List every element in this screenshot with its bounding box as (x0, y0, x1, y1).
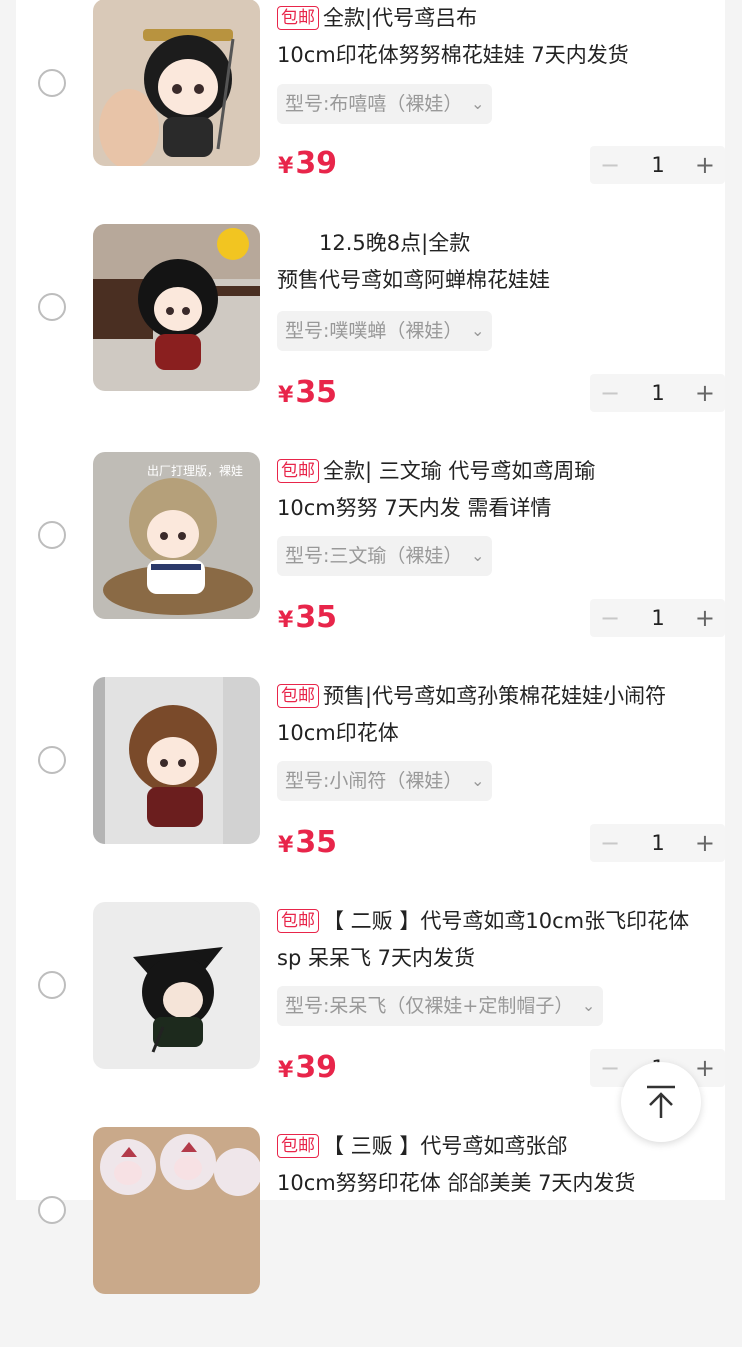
cart-list: 包邮 全款|代号鸢吕布 10cm印花体努努棉花娃娃 7天内发货 型号:布嘻嘻（裸娃… (16, 0, 725, 1294)
decrease-button[interactable]: − (600, 146, 620, 184)
increase-button[interactable]: + (695, 824, 715, 862)
currency-symbol: ¥ (278, 383, 294, 408)
doll-image (93, 1127, 260, 1294)
free-shipping-tag: 包邮 (277, 684, 319, 708)
select-radio[interactable] (38, 293, 66, 321)
title-line-1: 全款|代号鸢吕布 (323, 6, 478, 30)
variant-selector[interactable]: 型号:小闹符（裸娃） ⌄ (277, 761, 493, 801)
product-thumbnail[interactable] (93, 902, 260, 1069)
price-value: 39 (295, 1050, 338, 1085)
price-value: 39 (295, 146, 338, 181)
variant-label: 型号:布嘻嘻（裸娃） (285, 93, 463, 115)
price: ¥35 (278, 375, 337, 410)
product-thumbnail[interactable] (93, 1127, 260, 1294)
chevron-down-icon: ⌄ (471, 771, 485, 790)
quantity-value[interactable]: 1 (642, 599, 674, 637)
select-radio[interactable] (38, 1196, 66, 1224)
quantity-value[interactable]: 1 (642, 824, 674, 862)
variant-selector[interactable]: 型号:三文瑜（裸娃） ⌄ (277, 536, 493, 576)
increase-button[interactable]: + (695, 599, 715, 637)
cart-item: 包邮 预售|代号鸢如鸢孙策棉花娃娃小闹符 10cm印花体 型号:小闹符（裸娃） ⌄… (16, 672, 725, 897)
variant-label: 型号:小闹符（裸娃） (285, 770, 463, 792)
title-line-1: 12.5晚8点|全款 (277, 231, 471, 255)
title-line-1: 全款| 三文瑜 代号鸢如鸢周瑜 (323, 459, 596, 483)
doll-image (93, 0, 260, 166)
variant-label: 型号:噗噗蝉（裸娃） (285, 320, 463, 342)
price-value: 35 (295, 825, 338, 860)
back-to-top-button[interactable] (621, 1062, 701, 1142)
cart-item: 包邮【 三贩 】代号鸢如鸢张郃 10cm努努印花体 郃郃美美 7天内发货 (16, 1122, 725, 1347)
free-shipping-tag: 包邮 (277, 1134, 319, 1158)
quantity-stepper: − 1 + (590, 824, 725, 862)
quantity-value[interactable]: 1 (642, 374, 674, 412)
title-line-1: 【 二贩 】代号鸢如鸢10cm张飞印花体 (323, 909, 690, 933)
title-line-2: 10cm努努印花体 郃郃美美 7天内发货 (277, 1171, 636, 1195)
product-thumbnail[interactable] (93, 0, 260, 166)
arrow-up-to-line-icon (647, 1085, 675, 1118)
variant-selector[interactable]: 型号:噗噗蝉（裸娃） ⌄ (277, 311, 493, 351)
variant-label: 型号:呆呆飞（仅裸娃+定制帽子） (285, 995, 574, 1017)
currency-symbol: ¥ (278, 1058, 294, 1083)
chevron-down-icon: ⌄ (581, 996, 596, 1015)
doll-image (93, 224, 260, 391)
free-shipping-tag: 包邮 (277, 909, 319, 933)
cart-item: 12.5晚8点|全款 预售代号鸢如鸢阿蝉棉花娃娃 型号:噗噗蝉（裸娃） ⌄ ¥3… (16, 219, 725, 444)
increase-button[interactable]: + (695, 374, 715, 412)
product-thumbnail[interactable]: 出厂打理版，裸娃 (93, 452, 260, 619)
product-title[interactable]: 包邮 全款| 三文瑜 代号鸢如鸢周瑜 10cm努努 7天内发 需看详情 (277, 453, 725, 527)
product-title[interactable]: 包邮 预售|代号鸢如鸢孙策棉花娃娃小闹符 10cm印花体 (277, 678, 725, 752)
price: ¥35 (278, 825, 337, 860)
select-radio[interactable] (38, 521, 66, 549)
chevron-down-icon: ⌄ (471, 321, 485, 340)
title-line-1: 预售|代号鸢如鸢孙策棉花娃娃小闹符 (323, 684, 667, 708)
title-line-2: 10cm印花体 (277, 721, 399, 745)
price: ¥39 (278, 1050, 337, 1085)
cart-item: 包邮【 二贩 】代号鸢如鸢10cm张飞印花体 sp 呆呆飞 7天内发货 型号:呆… (16, 897, 725, 1122)
variant-selector[interactable]: 型号:呆呆飞（仅裸娃+定制帽子） ⌄ (277, 986, 604, 1026)
variant-label: 型号:三文瑜（裸娃） (285, 545, 463, 567)
product-title[interactable]: 包邮【 二贩 】代号鸢如鸢10cm张飞印花体 sp 呆呆飞 7天内发货 (277, 903, 725, 977)
decrease-button[interactable]: − (600, 1049, 620, 1087)
product-thumbnail[interactable] (93, 224, 260, 391)
select-radio[interactable] (38, 971, 66, 999)
product-title[interactable]: 12.5晚8点|全款 预售代号鸢如鸢阿蝉棉花娃娃 (277, 225, 725, 299)
chevron-down-icon: ⌄ (471, 94, 485, 113)
quantity-value[interactable]: 1 (642, 146, 674, 184)
free-shipping-tag: 包邮 (277, 6, 319, 30)
product-title[interactable]: 包邮 全款|代号鸢吕布 10cm印花体努努棉花娃娃 7天内发货 (277, 0, 725, 74)
title-line-2: 10cm印花体努努棉花娃娃 7天内发货 (277, 43, 629, 67)
title-line-2: 预售代号鸢如鸢阿蝉棉花娃娃 (277, 268, 550, 292)
quantity-stepper: − 1 + (590, 599, 725, 637)
price-value: 35 (295, 375, 338, 410)
cart-item: 包邮 全款|代号鸢吕布 10cm印花体努努棉花娃娃 7天内发货 型号:布嘻嘻（裸娃… (16, 0, 725, 219)
thumb-caption: 出厂打理版，裸娃 (147, 464, 244, 478)
free-shipping-tag: 包邮 (277, 459, 319, 483)
title-line-1: 【 三贩 】代号鸢如鸢张郃 (323, 1134, 568, 1158)
doll-image (93, 902, 260, 1069)
decrease-button[interactable]: − (600, 599, 620, 637)
price: ¥35 (278, 600, 337, 635)
variant-selector[interactable]: 型号:布嘻嘻（裸娃） ⌄ (277, 84, 493, 124)
decrease-button[interactable]: − (600, 824, 620, 862)
currency-symbol: ¥ (278, 154, 294, 179)
quantity-stepper: − 1 + (590, 374, 725, 412)
increase-button[interactable]: + (695, 146, 715, 184)
currency-symbol: ¥ (278, 833, 294, 858)
price: ¥39 (278, 146, 337, 181)
select-radio[interactable] (38, 69, 66, 97)
currency-symbol: ¥ (278, 608, 294, 633)
quantity-stepper: − 1 + (590, 146, 725, 184)
increase-button[interactable]: + (695, 1049, 715, 1087)
chevron-down-icon: ⌄ (471, 546, 485, 565)
decrease-button[interactable]: − (600, 374, 620, 412)
select-radio[interactable] (38, 746, 66, 774)
title-line-2: 10cm努努 7天内发 需看详情 (277, 496, 552, 520)
product-thumbnail[interactable] (93, 677, 260, 844)
cart-item: 出厂打理版，裸娃 包邮 全款| 三文瑜 代号鸢如鸢周瑜 10cm努努 7天内发 需… (16, 447, 725, 672)
price-value: 35 (295, 600, 338, 635)
title-line-2: sp 呆呆飞 7天内发货 (277, 946, 475, 970)
doll-image (93, 677, 260, 844)
